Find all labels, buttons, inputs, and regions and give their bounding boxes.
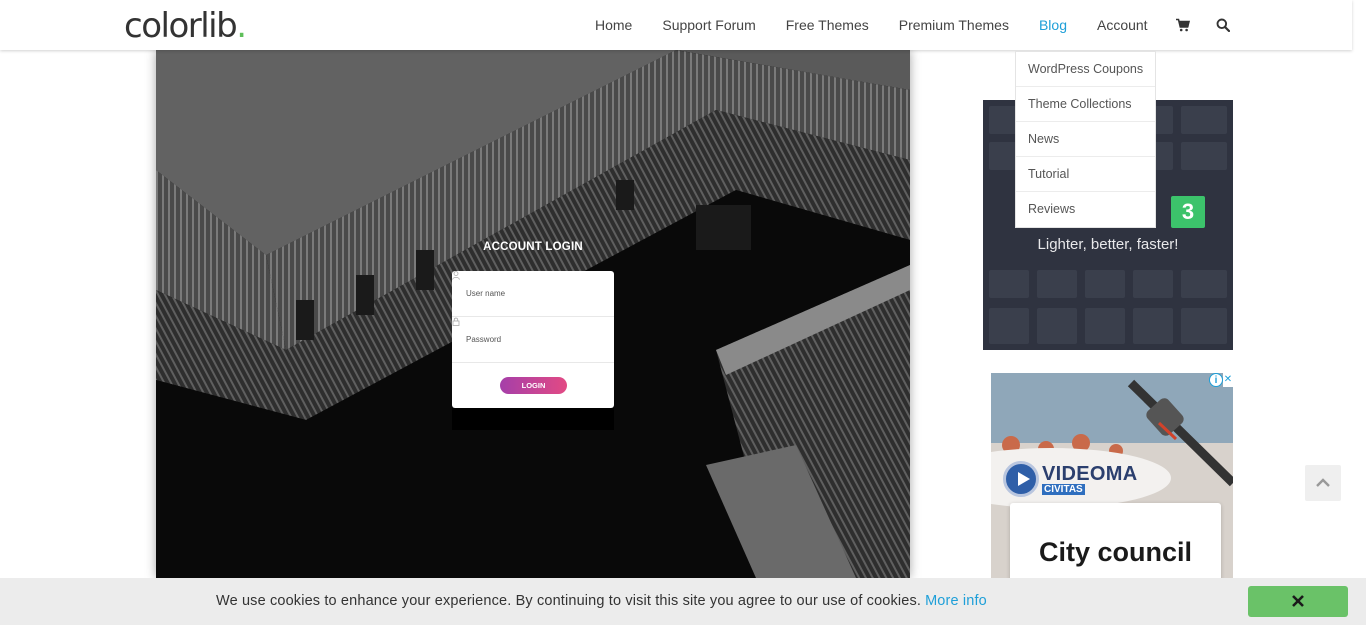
ad-card: City council: [1010, 503, 1221, 578]
ad-brand: VIDEOMA: [1042, 463, 1138, 485]
username-label: User name: [466, 289, 506, 298]
blog-dropdown-menu: WordPress Coupons Theme Collections News…: [1015, 51, 1156, 228]
search-icon[interactable]: [1216, 18, 1230, 32]
dropdown-item-theme-collections[interactable]: Theme Collections: [1016, 87, 1155, 122]
login-shadow: [452, 408, 614, 430]
chevron-up-icon: [1316, 478, 1330, 487]
template-preview-image[interactable]: ACCOUNT LOGIN User name Password LOGIN: [156, 50, 910, 578]
sidebar-ad-videoma[interactable]: i ✕ VIDEOMA CIVITAS City council: [991, 373, 1233, 578]
info-icon[interactable]: i: [1209, 373, 1223, 387]
cookie-consent-bar: We use cookies to enhance your experienc…: [0, 578, 1366, 625]
cookie-more-info-link[interactable]: More info: [925, 593, 987, 609]
cookie-close-button[interactable]: [1248, 586, 1348, 617]
nav-support-forum[interactable]: Support Forum: [647, 17, 770, 33]
cookie-message: We use cookies to enhance your experienc…: [216, 593, 922, 609]
user-icon: [452, 271, 460, 280]
logo-dot: .: [236, 6, 247, 46]
dropdown-item-wordpress-coupons[interactable]: WordPress Coupons: [1016, 52, 1155, 87]
ad-tagline: Lighter, better, faster!: [1037, 236, 1179, 253]
main-nav: Home Support Forum Free Themes Premium T…: [580, 0, 1243, 50]
password-label: Password: [466, 335, 502, 344]
login-title: ACCOUNT LOGIN: [483, 241, 583, 253]
close-icon: [1292, 595, 1304, 607]
nav-blog[interactable]: Blog: [1024, 17, 1082, 33]
dropdown-item-tutorial[interactable]: Tutorial: [1016, 157, 1155, 192]
nav-home[interactable]: Home: [580, 17, 647, 33]
login-button[interactable]: LOGIN: [500, 377, 567, 394]
nav-free-themes[interactable]: Free Themes: [771, 17, 884, 33]
ad-version-badge: 3: [1171, 196, 1205, 228]
back-to-top-button[interactable]: [1305, 465, 1341, 501]
username-field[interactable]: User name: [452, 271, 614, 317]
ad-headline: City council: [1038, 537, 1193, 567]
shopping-cart-icon[interactable]: [1175, 18, 1190, 32]
dropdown-item-reviews[interactable]: Reviews: [1016, 192, 1155, 227]
close-icon[interactable]: ✕: [1223, 373, 1233, 387]
site-header: colorlib. Home Support Forum Free Themes…: [0, 0, 1352, 50]
nav-account[interactable]: Account: [1082, 17, 1163, 33]
cookie-text-line: We use cookies to enhance your experienc…: [216, 593, 987, 609]
dropdown-item-news[interactable]: News: [1016, 122, 1155, 157]
colorlib-logo[interactable]: colorlib.: [124, 6, 247, 46]
nav-premium-themes[interactable]: Premium Themes: [884, 17, 1024, 33]
password-field[interactable]: Password: [452, 317, 614, 363]
lock-icon: [452, 317, 460, 326]
play-icon: [1003, 461, 1039, 497]
login-form: User name Password LOGIN: [452, 271, 614, 408]
ad-brand-sub: CIVITAS: [1042, 484, 1085, 495]
ad-choices: i ✕: [1209, 373, 1233, 387]
logo-text[interactable]: colorlib: [124, 6, 238, 46]
